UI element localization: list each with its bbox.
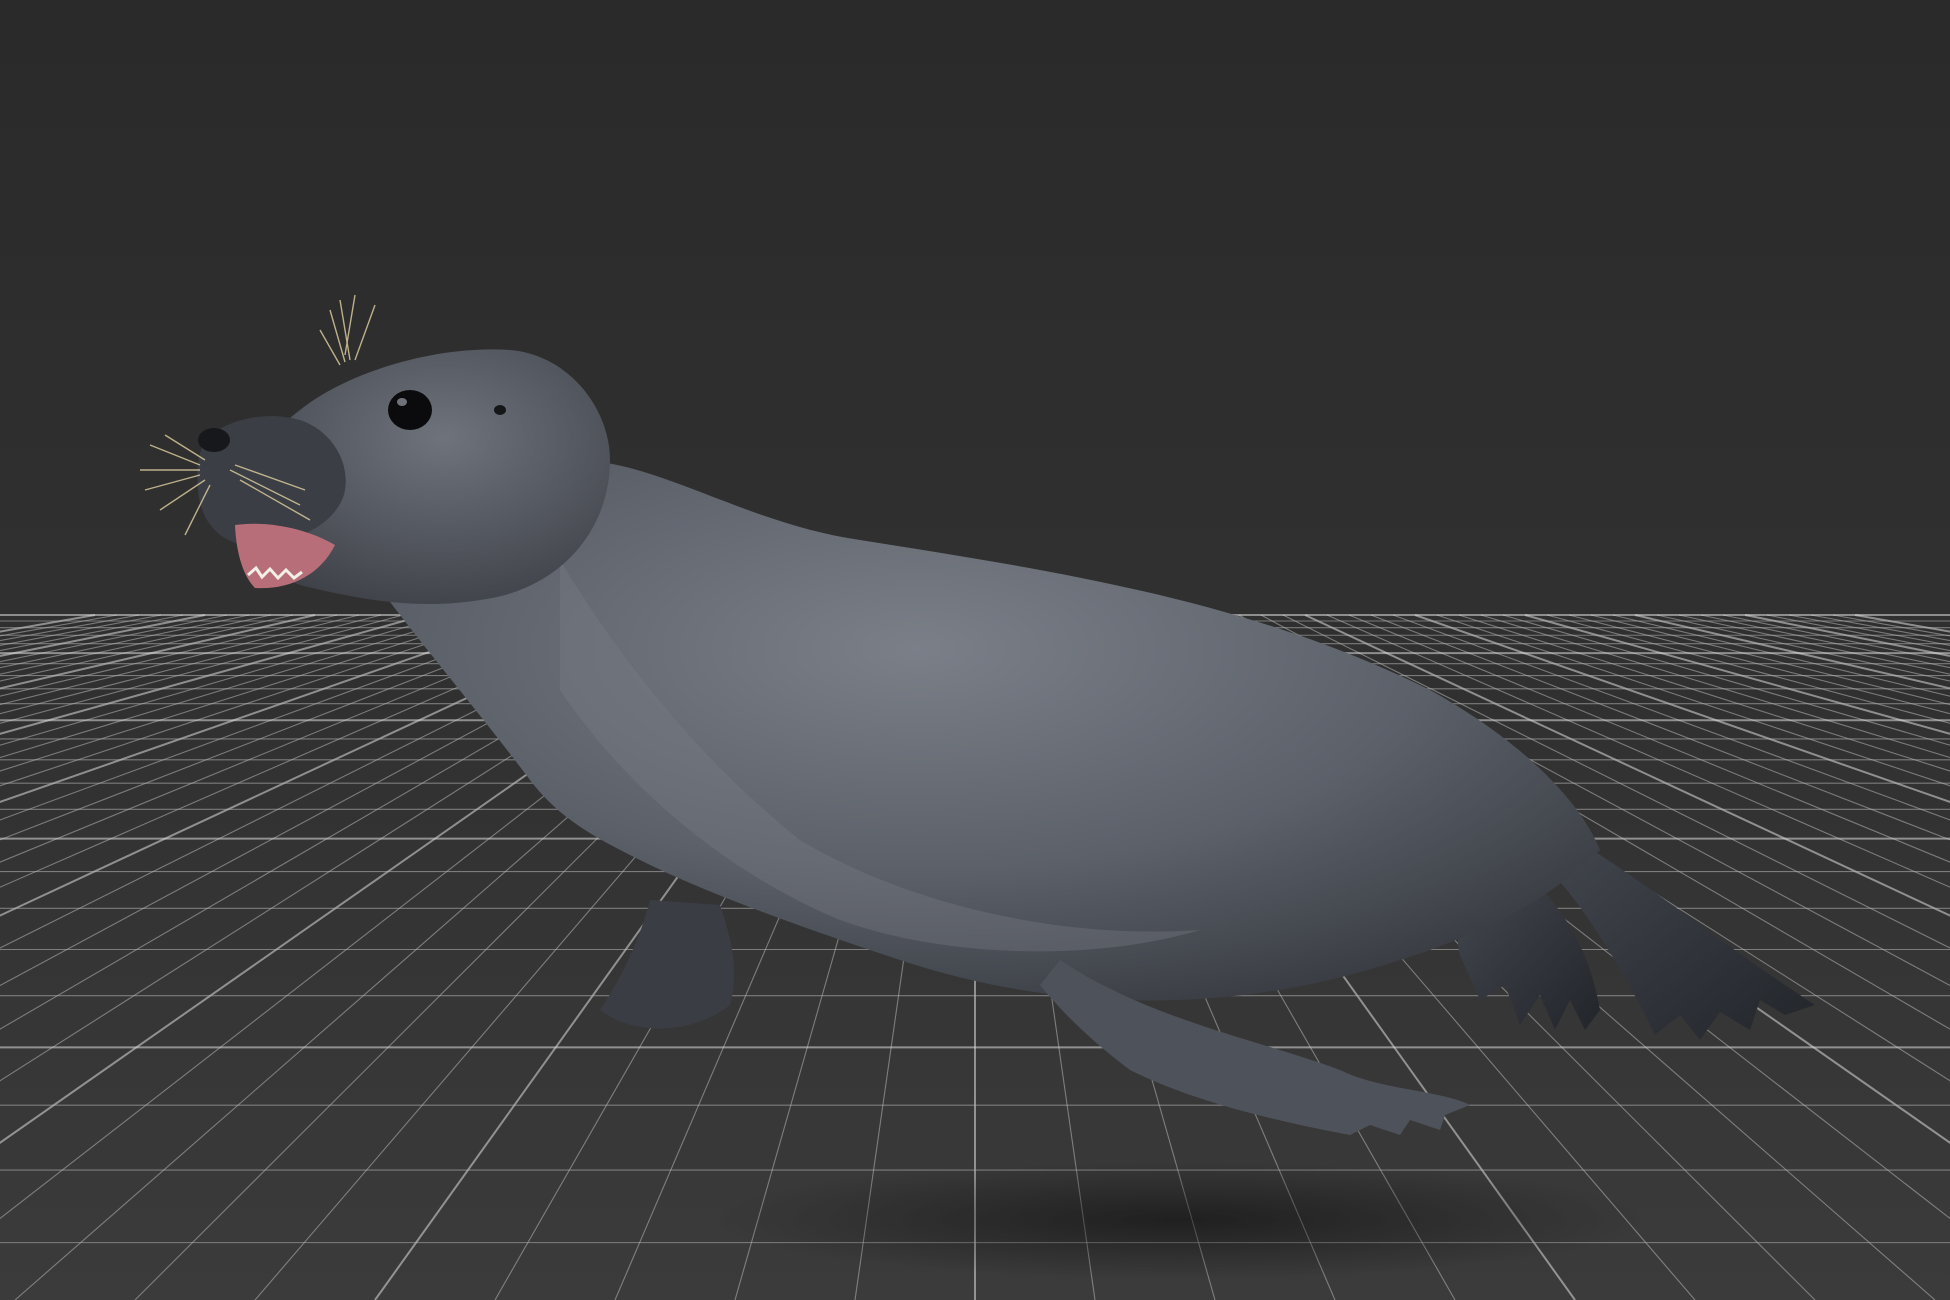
ear-hole: [494, 405, 506, 415]
eye: [388, 390, 432, 430]
nose: [198, 428, 230, 452]
scene-canvas[interactable]: [0, 0, 1950, 1300]
3d-viewport[interactable]: [0, 0, 1950, 1300]
eye-highlight: [397, 398, 407, 406]
model-shadow: [710, 1160, 1650, 1280]
